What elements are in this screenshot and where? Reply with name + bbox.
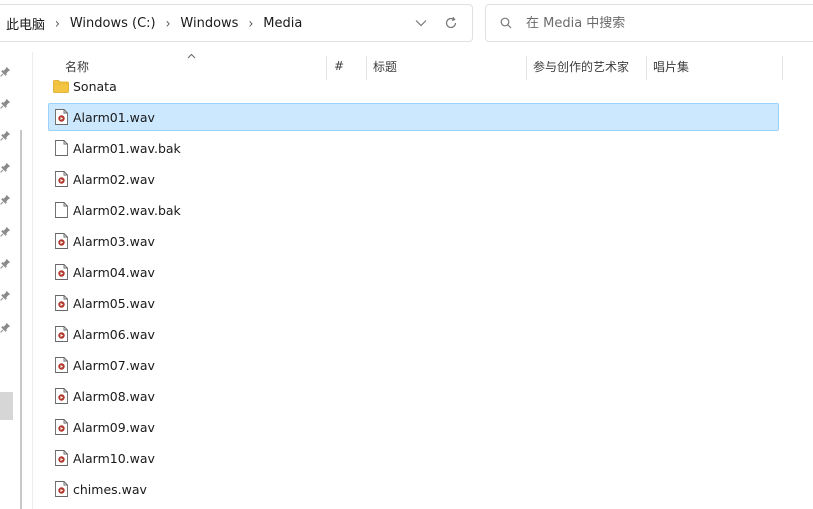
file-name: Alarm03.wav: [73, 233, 155, 249]
file-name: Alarm06.wav: [73, 326, 155, 342]
pin-icon[interactable]: [0, 290, 12, 302]
list-item[interactable]: Alarm04.wav: [48, 258, 779, 286]
list-item[interactable]: Alarm05.wav: [48, 289, 779, 317]
list-item[interactable]: Alarm01.wav.bak: [48, 134, 779, 162]
list-item[interactable]: Alarm02.wav: [48, 165, 779, 193]
audio-file-icon: [53, 388, 69, 404]
audio-file-icon: [53, 357, 69, 373]
audio-file-icon: [53, 450, 69, 466]
search-icon: [498, 15, 514, 31]
file-name: Alarm02.wav.bak: [73, 202, 181, 218]
list-item-folder[interactable]: Sonata: [48, 72, 779, 100]
breadcrumb-drive-c[interactable]: Windows (C:): [69, 16, 157, 31]
file-name: Sonata: [73, 78, 117, 94]
file-name: Alarm07.wav: [73, 357, 155, 373]
audio-file-icon: [53, 419, 69, 435]
breadcrumb-separator-icon[interactable]: ›: [55, 15, 60, 32]
chevron-down-icon: [415, 20, 427, 27]
list-item[interactable]: Alarm07.wav: [48, 351, 779, 379]
folder-icon: [53, 78, 69, 94]
list-item-selected[interactable]: Alarm01.wav: [48, 103, 779, 131]
file-name: Alarm04.wav: [73, 264, 155, 280]
search-input[interactable]: [526, 15, 776, 31]
file-name: Alarm02.wav: [73, 171, 155, 187]
list-item[interactable]: chimes.wav: [48, 475, 779, 503]
file-name: Alarm01.wav: [73, 109, 155, 125]
column-divider[interactable]: [782, 56, 783, 80]
navigation-scrollbar[interactable]: [20, 130, 22, 509]
audio-file-icon: [53, 481, 69, 497]
breadcrumb-separator-icon[interactable]: ›: [248, 15, 253, 32]
pin-icon[interactable]: [0, 98, 12, 110]
list-item[interactable]: Alarm08.wav: [48, 382, 779, 410]
blank-file-icon: [53, 140, 69, 156]
audio-file-icon: [53, 295, 69, 311]
audio-file-icon: [53, 233, 69, 249]
pin-icon[interactable]: [0, 194, 12, 206]
list-item[interactable]: Alarm09.wav: [48, 413, 779, 441]
file-name: chimes.wav: [73, 481, 147, 497]
breadcrumb-separator-icon[interactable]: ›: [166, 15, 171, 32]
pin-icon[interactable]: [0, 162, 12, 174]
list-item[interactable]: Alarm03.wav: [48, 227, 779, 255]
list-item[interactable]: Alarm06.wav: [48, 320, 779, 348]
audio-file-icon: [53, 326, 69, 342]
sort-ascending-icon: [187, 48, 196, 62]
pin-icon[interactable]: [0, 258, 12, 270]
blank-file-icon: [53, 202, 69, 218]
breadcrumb-windows[interactable]: Windows: [179, 16, 239, 31]
list-item[interactable]: Alarm02.wav.bak: [48, 196, 779, 224]
navigation-pane: [0, 52, 22, 509]
refresh-icon: [445, 16, 457, 29]
audio-file-icon: [53, 171, 69, 187]
file-name: Alarm01.wav.bak: [73, 140, 181, 156]
refresh-button[interactable]: [436, 8, 466, 38]
list-item[interactable]: Alarm10.wav: [48, 444, 779, 472]
search-box[interactable]: [485, 4, 813, 42]
breadcrumb-media[interactable]: Media: [262, 16, 303, 31]
file-name: Alarm08.wav: [73, 388, 155, 404]
pane-divider: [32, 52, 33, 509]
navigation-selected-item[interactable]: [0, 392, 13, 420]
audio-file-icon: [53, 109, 69, 125]
pin-icon[interactable]: [0, 66, 12, 78]
pin-icon[interactable]: [0, 322, 12, 334]
audio-file-icon: [53, 264, 69, 280]
pin-icon[interactable]: [0, 226, 12, 238]
pin-icon[interactable]: [0, 130, 12, 142]
file-name: Alarm05.wav: [73, 295, 155, 311]
address-history-button[interactable]: [406, 8, 436, 38]
address-bar[interactable]: 此电脑 › Windows (C:) › Windows › Media: [0, 4, 473, 42]
breadcrumb-this-pc[interactable]: 此电脑: [5, 14, 46, 33]
breadcrumb: 此电脑 › Windows (C:) › Windows › Media: [0, 14, 406, 33]
file-name: Alarm10.wav: [73, 450, 155, 466]
file-name: Alarm09.wav: [73, 419, 155, 435]
